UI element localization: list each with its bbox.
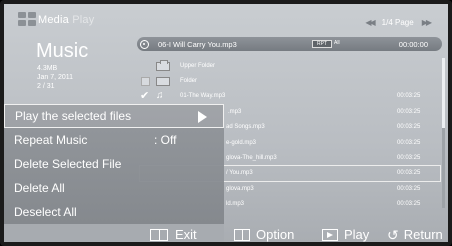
exit-button[interactable]: Exit <box>4 224 224 242</box>
scrollbar-thumb[interactable] <box>442 58 445 128</box>
file-size: 4.3MB <box>37 65 58 72</box>
menu-item-label: Delete All <box>14 181 65 195</box>
list-item[interactable]: ✔ ♫ 01-The Way.mp3 00:03:25 <box>140 89 440 104</box>
menu-item-repeat-music[interactable]: Repeat Music : Off <box>4 128 224 152</box>
list-item-name: glova.mp3 <box>226 185 254 192</box>
list-item-duration: 00:03:25 <box>397 170 421 177</box>
playback-time: 00:00:00 <box>398 39 428 49</box>
exit-icon <box>150 229 168 241</box>
list-item-name: 01-The Way.mp3 <box>180 93 226 100</box>
list-item[interactable]: Upper Folder <box>140 58 440 73</box>
option-label: Option <box>256 227 295 242</box>
list-item-duration: 00:03:25 <box>397 124 421 131</box>
list-item-name: glova-The_hill.mp3 <box>226 155 277 162</box>
menu-item-delete-all[interactable]: Delete All <box>4 176 224 200</box>
list-item-name: ld.mp3 <box>226 201 245 208</box>
media-play-icon <box>18 12 38 28</box>
tools-icon <box>234 228 250 241</box>
next-page-icon[interactable]: ▶▶ <box>422 18 432 27</box>
checkbox[interactable] <box>140 61 152 71</box>
list-item-duration: 00:03:25 <box>397 155 421 162</box>
list-item-duration: 00:03:25 <box>397 93 421 100</box>
disc-icon <box>140 39 149 49</box>
list-item-name: .mp3 <box>228 108 242 115</box>
list-item-name: Upper Folder <box>180 62 216 69</box>
repeat-mode: All <box>334 40 340 46</box>
now-playing-title: 06-I Will Carry You.mp3 <box>158 39 237 49</box>
menu-item-play-selected[interactable]: Play the selected files <box>4 104 224 128</box>
page-indicator-label: 1/4 Page <box>381 18 414 27</box>
play-icon <box>322 228 338 241</box>
checkmark-icon: ✔ <box>140 90 150 103</box>
menu-item-label: Play the selected files <box>15 109 132 123</box>
media-play-screen: Media Play ◀◀ 1/4 Page ▶▶ Music 4.3MB Ja… <box>0 0 452 246</box>
repeat-badge: RPT <box>312 40 332 48</box>
now-playing-bar: 06-I Will Carry You.mp3 RPT All 00:00:00 <box>137 37 442 51</box>
menu-item-deselect-all[interactable]: Deselect All <box>4 200 224 224</box>
play-button[interactable]: Play <box>322 227 369 242</box>
option-button[interactable]: Option <box>234 227 294 242</box>
bottom-action-bar: Option Play ↺ Return <box>224 224 448 242</box>
section-title: Music <box>36 40 89 62</box>
menu-item-label: Deselect All <box>14 205 77 219</box>
list-item-name: / You.mp3 <box>226 170 253 177</box>
exit-label: Exit <box>175 227 197 242</box>
list-item-name: e-gold.mp3 <box>226 139 257 146</box>
app-title-name: Media <box>38 14 69 26</box>
return-label: Return <box>403 227 443 242</box>
app-title-suffix: Play <box>72 14 95 26</box>
checkbox-checked[interactable]: ✔ <box>140 90 152 103</box>
file-date: Jan 7, 2011 <box>37 74 74 81</box>
list-item-duration: 00:03:25 <box>397 185 421 192</box>
music-note-icon: ♫ <box>156 90 164 102</box>
page-indicator: ◀◀ 1/4 Page ▶▶ <box>365 18 432 27</box>
list-item-duration: 00:03:25 <box>397 201 421 208</box>
play-label: Play <box>344 227 370 242</box>
checkbox[interactable] <box>140 76 152 87</box>
menu-item-label: Delete Selected File <box>14 157 122 171</box>
file-index: 2 / 31 <box>37 83 55 90</box>
app-title: Media Play <box>38 14 94 26</box>
return-button[interactable]: ↺ Return <box>387 227 443 242</box>
menu-item-value: : Off <box>154 133 177 147</box>
file-info: 4.3MB Jan 7, 2011 2 / 31 <box>37 64 73 91</box>
list-item[interactable]: Folder <box>140 73 440 88</box>
menu-item-label: Repeat Music <box>14 133 88 147</box>
list-item-duration: 00:03:25 <box>397 139 421 146</box>
play-arrow-icon <box>198 111 207 123</box>
list-item-name: Folder <box>180 78 198 85</box>
prev-page-icon[interactable]: ◀◀ <box>365 18 375 27</box>
list-item-name: ad Songs.mp3 <box>226 124 265 131</box>
return-icon: ↺ <box>387 226 399 243</box>
menu-item-delete-selected[interactable]: Delete Selected File <box>4 152 224 176</box>
list-item-duration: 00:03:25 <box>397 108 421 115</box>
folder-icon <box>156 76 172 87</box>
upper-folder-icon <box>156 59 172 71</box>
